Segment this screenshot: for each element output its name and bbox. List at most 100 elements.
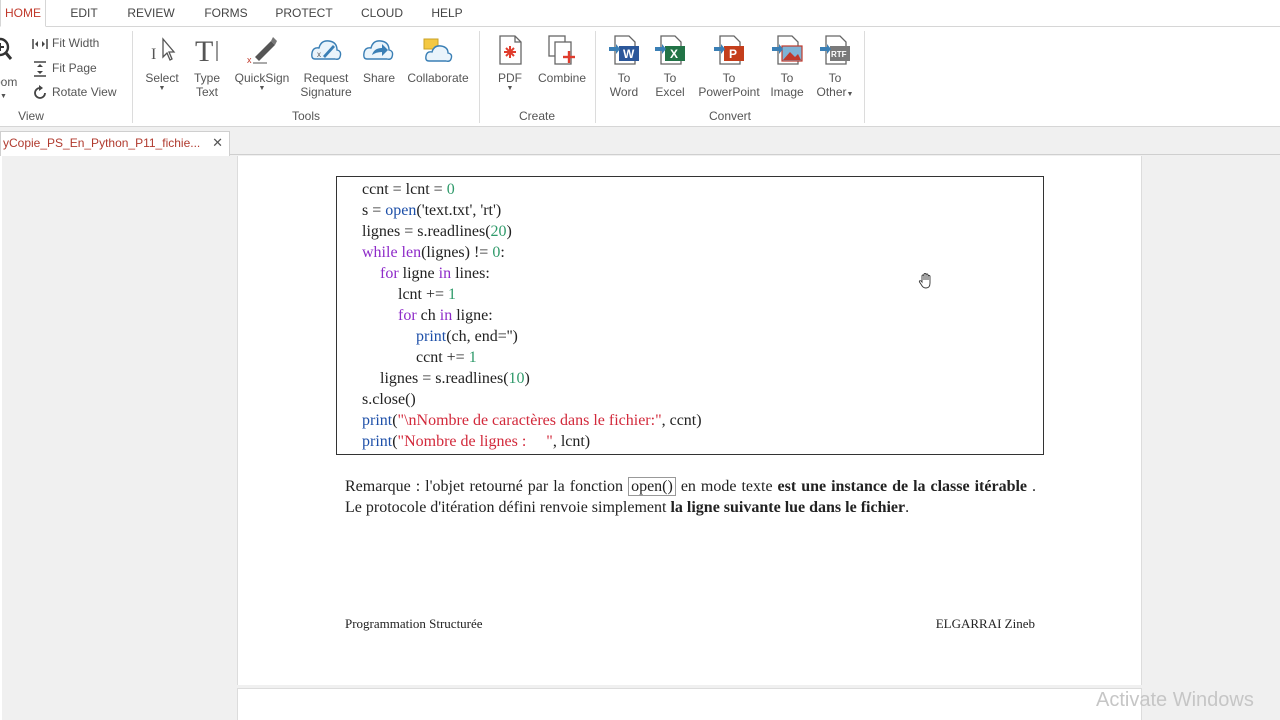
code-token: 1 — [448, 286, 457, 303]
hand-cursor-icon — [918, 273, 931, 289]
powerpoint-icon: P — [714, 35, 744, 65]
to-powerpoint-label-1: To — [722, 71, 736, 85]
remark-paragraph: Remarque : l'objet retourné par la fonct… — [345, 476, 1036, 518]
fit-width-button[interactable]: Fit Width — [32, 33, 99, 53]
code-token: while — [362, 244, 402, 261]
pen-sign-icon: x — [247, 37, 277, 65]
next-page — [237, 688, 1142, 720]
tab-forms[interactable]: FORMS — [199, 0, 253, 27]
tab-edit[interactable]: EDIT — [62, 0, 106, 27]
select-button[interactable]: I Select ▼ — [141, 33, 183, 93]
combine-button[interactable]: Combine — [534, 33, 590, 85]
to-image-label-2: Image — [770, 85, 804, 99]
chevron-down-icon: ▼ — [0, 93, 7, 100]
code-token: , lcnt) — [552, 433, 591, 450]
collaborate-icon — [423, 38, 453, 62]
code-line: ccnt += 1 — [416, 347, 477, 368]
code-token: 1 — [468, 349, 477, 366]
select-cursor-icon: I — [151, 37, 176, 63]
code-token: for — [398, 307, 421, 324]
left-panel-edge — [0, 156, 2, 720]
code-token: ) — [506, 223, 512, 240]
zoom-label: oom — [0, 75, 18, 89]
pdf-label: PDF — [498, 71, 522, 85]
chevron-down-icon: ▼ — [506, 85, 514, 92]
code-line: while len(lignes) != 0: — [362, 242, 505, 263]
document-tab[interactable]: yCopie_PS_En_Python_P11_fichie... ✕ — [0, 131, 230, 156]
to-word-button[interactable]: W To Word — [604, 33, 644, 99]
to-excel-label-1: To — [663, 71, 677, 85]
excel-icon: X — [655, 35, 685, 65]
code-token: , ccnt) — [661, 412, 702, 429]
remark-text-4: . — [905, 499, 910, 516]
fit-width-label: Fit Width — [52, 36, 100, 50]
create-group: PDF ▼ Combine Create — [480, 27, 594, 127]
code-line: print("\nNombre de caractères dans le fi… — [362, 410, 702, 431]
code-token: "\nNombre de caractères dans le fichier:… — [397, 412, 662, 429]
to-powerpoint-label-2: PowerPoint — [698, 85, 760, 99]
type-text-button[interactable]: T Type Text — [189, 33, 225, 99]
tab-help[interactable]: HELP — [427, 0, 467, 27]
to-other-button[interactable]: RTF To Other▼ — [810, 33, 860, 102]
code-token: (lignes) != — [421, 244, 493, 261]
request-signature-button[interactable]: x Request Signature — [293, 33, 359, 99]
ribbon: oom ▼ Fit Width Fit Page Rotate View Vie… — [0, 27, 1280, 127]
rotate-view-button[interactable]: Rotate View — [32, 82, 116, 102]
code-token: ccnt = lcnt = — [362, 181, 447, 198]
quicksign-button[interactable]: x QuickSign ▼ — [231, 33, 293, 93]
to-excel-label-2: Excel — [655, 85, 685, 99]
word-icon: W — [609, 35, 639, 65]
to-excel-button[interactable]: X To Excel — [650, 33, 690, 99]
close-icon[interactable]: ✕ — [212, 135, 223, 151]
footer-left: Programmation Structurée — [345, 616, 483, 631]
code-token: ch — [420, 307, 440, 324]
combine-icon — [548, 35, 575, 65]
code-token: 'text.txt' — [421, 202, 473, 219]
svg-text:I: I — [151, 46, 156, 63]
code-token: ccnt += — [416, 349, 469, 366]
collaborate-label: Collaborate — [407, 71, 469, 85]
tab-home[interactable]: HOME — [0, 0, 46, 27]
image-icon — [772, 35, 803, 65]
create-group-label: Create — [518, 109, 556, 123]
code-line: for ligne in lines: — [380, 263, 490, 284]
code-token: in — [439, 307, 457, 324]
to-image-button[interactable]: To Image — [766, 33, 808, 99]
tools-group-label: Tools — [291, 109, 320, 123]
svg-text:P: P — [729, 47, 737, 61]
code-token: for — [380, 265, 403, 282]
code-token: print — [362, 412, 393, 429]
combine-label: Combine — [537, 71, 587, 85]
code-token: : — [500, 244, 505, 261]
rotate-icon — [34, 84, 46, 99]
code-token: len — [401, 244, 422, 261]
share-icon — [363, 40, 394, 60]
code-token: s.close() — [362, 391, 416, 408]
remark-bold-2: la ligne suivante lue dans le fichier — [670, 499, 906, 516]
view-group-label: View — [18, 109, 44, 123]
code-token: 'rt' — [480, 202, 496, 219]
chevron-down-icon: ▼ — [158, 85, 166, 92]
code-token: print — [362, 433, 393, 450]
rtf-icon: RTF — [820, 35, 850, 65]
share-button[interactable]: Share — [359, 33, 399, 85]
fit-page-button[interactable]: Fit Page — [32, 58, 97, 78]
tab-cloud[interactable]: CLOUD — [355, 0, 409, 27]
code-line: print(ch, end='') — [416, 326, 518, 347]
collaborate-button[interactable]: Collaborate — [403, 33, 473, 85]
to-powerpoint-button[interactable]: P To PowerPoint — [694, 33, 764, 99]
tab-protect[interactable]: PROTECT — [272, 0, 336, 27]
code-token: in — [438, 265, 456, 282]
code-line: s.close() — [362, 389, 416, 410]
rotate-view-label: Rotate View — [52, 85, 117, 99]
zoom-button[interactable]: oom ▼ — [0, 35, 22, 100]
share-label: Share — [362, 71, 396, 85]
type-text-icon: T — [195, 35, 218, 67]
fit-page-label: Fit Page — [52, 61, 97, 75]
tab-review[interactable]: REVIEW — [123, 0, 179, 27]
tools-group: I Select ▼ T Type Text x QuickSign ▼ x R… — [133, 27, 479, 127]
code-line: lcnt += 1 — [398, 284, 456, 305]
code-token: lcnt += — [398, 286, 449, 303]
code-token: ligne: — [456, 307, 493, 324]
create-pdf-button[interactable]: PDF ▼ — [490, 33, 530, 93]
